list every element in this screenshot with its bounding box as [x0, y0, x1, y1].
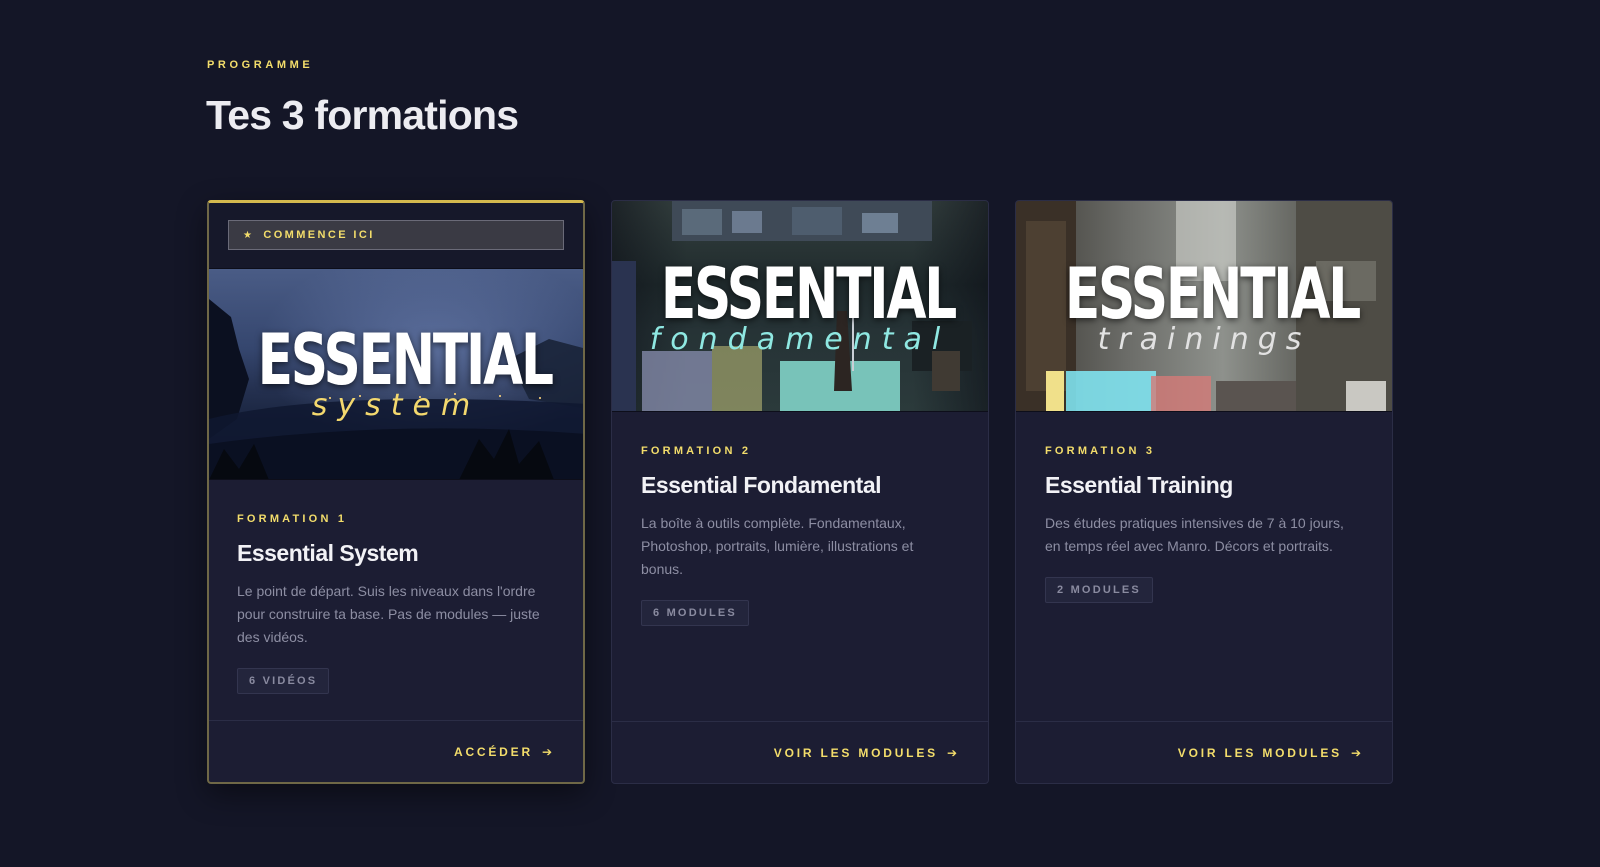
card-description: Le point de départ. Suis les niveaux dan… — [237, 583, 540, 645]
banner-area: ★ COMMENCE ICI — [209, 203, 583, 269]
star-icon: ★ — [243, 229, 255, 241]
card-title[interactable]: Essential Training — [1045, 472, 1363, 499]
course-thumbnail[interactable]: ESSENTIAL system — [209, 269, 583, 480]
count-chip: 2 MODULES — [1045, 577, 1153, 603]
cta-label: VOIR LES MODULES — [1177, 745, 1342, 760]
course-thumbnail[interactable]: ESSENTIAL trainings — [1016, 201, 1392, 412]
count-chip: 6 VIDÉOS — [237, 668, 330, 694]
view-modules-button[interactable]: VOIR LES MODULES ➔ — [1016, 721, 1392, 783]
logo-wordmark: ESSENTIAL — [660, 253, 957, 335]
cta-label: VOIR LES MODULES — [773, 745, 938, 760]
logo-wordmark: ESSENTIAL — [257, 319, 554, 401]
arrow-right-icon: ➔ — [541, 744, 552, 759]
cta-label: ACCÉDER — [453, 744, 533, 759]
course-thumbnail[interactable]: ESSENTIAL fondamental — [612, 201, 988, 412]
course-card-essential-system[interactable]: ★ COMMENCE ICI ESSENTIAL system FORMATIO… — [207, 200, 585, 784]
card-body: FORMATION 3 Essential Training Des étude… — [1016, 412, 1392, 603]
card-eyebrow: FORMATION 3 — [1045, 445, 1156, 457]
arrow-right-icon: ➔ — [1350, 745, 1361, 760]
card-title[interactable]: Essential System — [237, 540, 554, 567]
card-eyebrow: FORMATION 1 — [237, 513, 348, 525]
section-eyebrow: PROGRAMME — [207, 59, 314, 71]
card-body: FORMATION 2 Essential Fondamental La boî… — [612, 412, 988, 626]
card-description: Des études pratiques intensives de 7 à 1… — [1045, 515, 1344, 554]
course-logo: ESSENTIAL fondamental — [612, 259, 988, 355]
arrow-right-icon: ➔ — [946, 745, 957, 760]
page-title: Tes 3 formations — [206, 92, 519, 138]
count-chip: 6 MODULES — [641, 600, 749, 626]
card-body: FORMATION 1 Essential System Le point de… — [209, 480, 583, 694]
logo-wordmark: ESSENTIAL — [1064, 253, 1361, 335]
card-title[interactable]: Essential Fondamental — [641, 472, 959, 499]
course-logo: ESSENTIAL system — [209, 325, 583, 421]
course-logo: ESSENTIAL trainings — [1016, 259, 1392, 355]
card-description: La boîte à outils complète. Fondamentaux… — [641, 515, 914, 577]
view-modules-button[interactable]: VOIR LES MODULES ➔ — [612, 721, 988, 783]
access-button[interactable]: ACCÉDER ➔ — [209, 720, 583, 782]
course-card-essential-fondamental[interactable]: ESSENTIAL fondamental FORMATION 2 Essent… — [611, 200, 989, 784]
start-here-banner: ★ COMMENCE ICI — [228, 220, 564, 250]
course-card-essential-training[interactable]: ESSENTIAL trainings FORMATION 3 Essentia… — [1015, 200, 1393, 784]
banner-label: COMMENCE ICI — [263, 229, 375, 241]
card-eyebrow: FORMATION 2 — [641, 445, 752, 457]
